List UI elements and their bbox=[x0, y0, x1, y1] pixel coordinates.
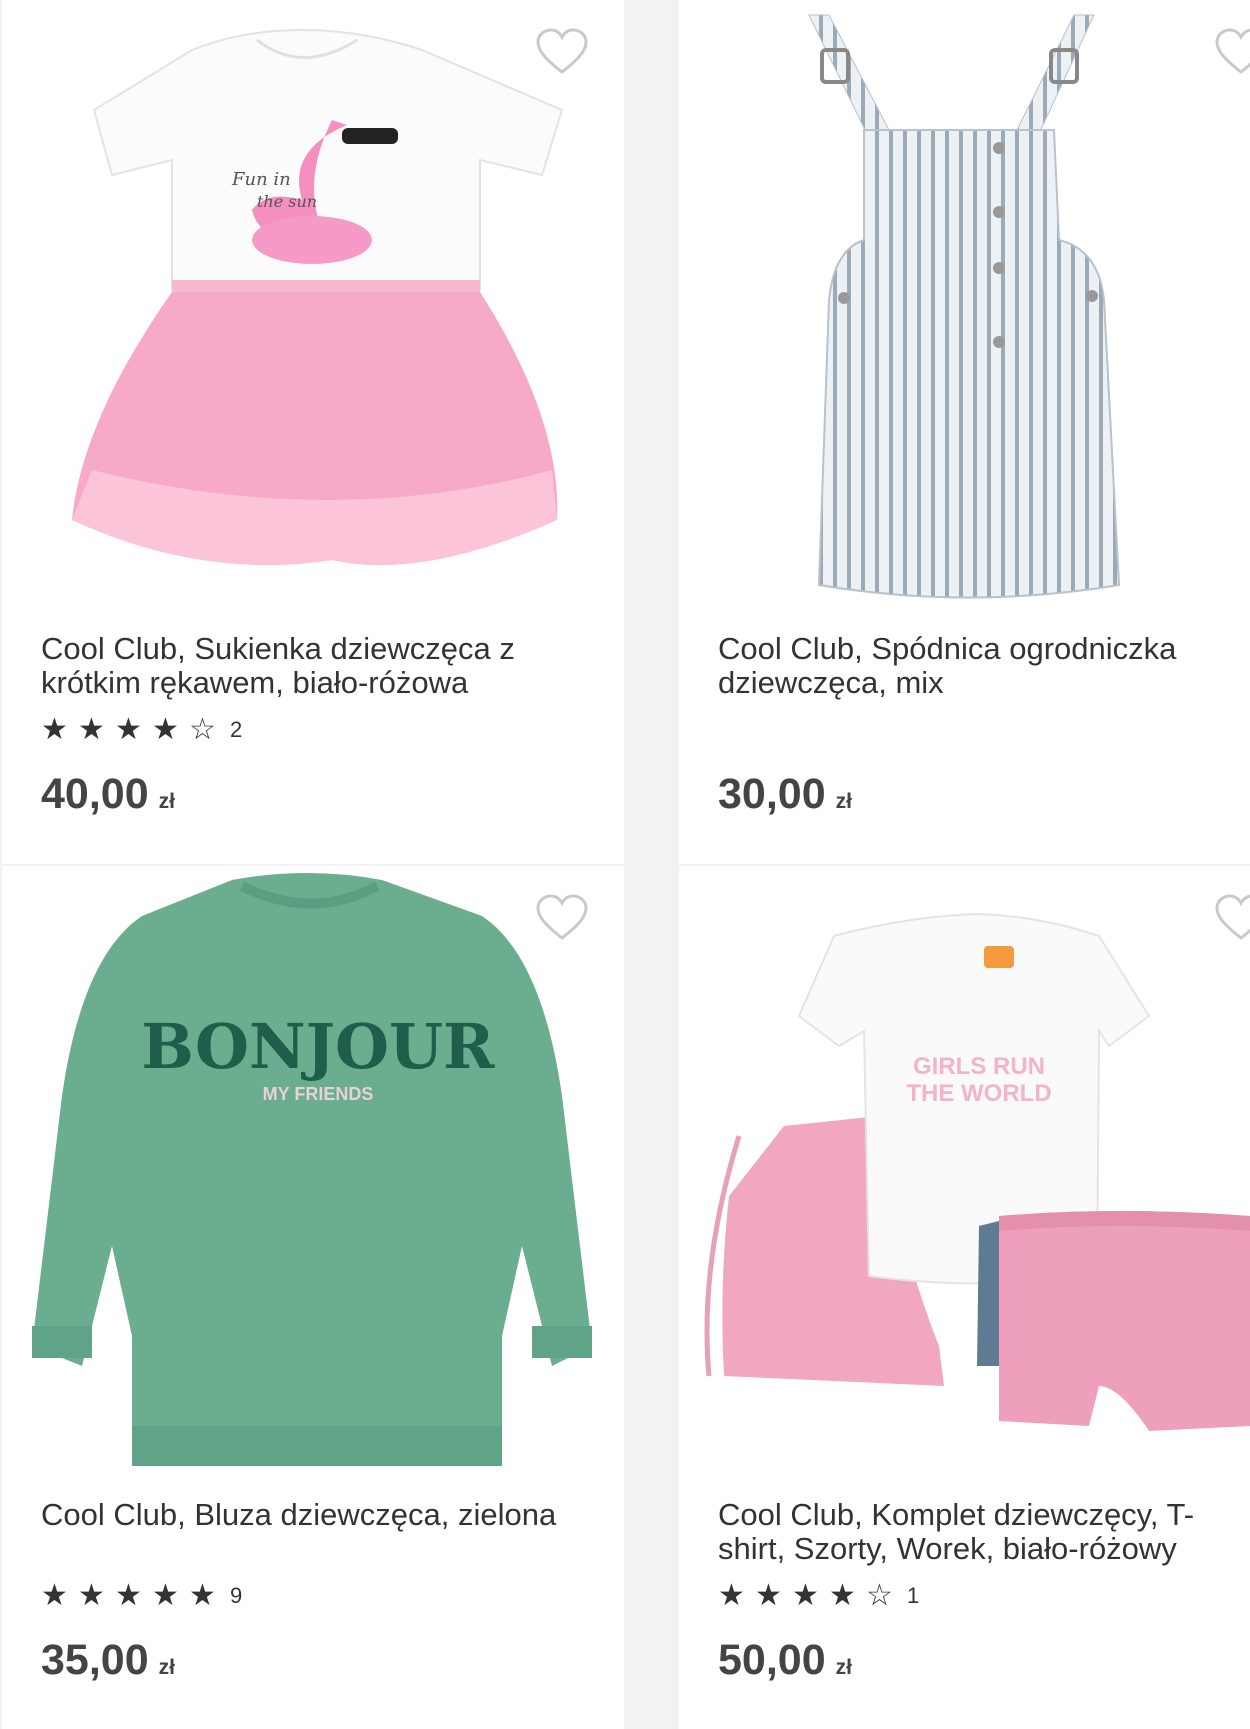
star-empty-icon: ☆ bbox=[866, 1578, 893, 1613]
product-title[interactable]: Cool Club, Komplet dziewczęcy, T-shirt, … bbox=[718, 1498, 1238, 1566]
star-filled-icon: ★ bbox=[115, 712, 142, 747]
star-filled-icon: ★ bbox=[152, 1578, 179, 1613]
star-filled-icon: ★ bbox=[829, 1578, 856, 1613]
price-value: 50,00 bbox=[718, 1636, 826, 1684]
heart-icon[interactable] bbox=[1215, 894, 1250, 942]
product-title[interactable]: Cool Club, Spódnica ogrodniczka dziewczę… bbox=[718, 632, 1238, 700]
print-text-line-2: the sun bbox=[257, 192, 317, 211]
print-text-line-1: Fun in bbox=[231, 169, 291, 190]
star-filled-icon: ★ bbox=[41, 712, 68, 747]
star-filled-icon: ★ bbox=[718, 1578, 745, 1613]
star-filled-icon: ★ bbox=[115, 1578, 142, 1613]
star-filled-icon: ★ bbox=[792, 1578, 819, 1613]
heart-icon[interactable] bbox=[1215, 28, 1250, 76]
rating: ★ ★ ★ ★ ☆ 2 bbox=[41, 713, 242, 747]
price: 50,00 zł bbox=[718, 1636, 852, 1685]
product-title[interactable]: Cool Club, Bluza dziewczęca, zielona bbox=[41, 1498, 581, 1532]
print-text-line-2: MY FRIENDS bbox=[263, 1084, 374, 1104]
price: 40,00 zł bbox=[41, 770, 175, 819]
striped-overall-dress-image bbox=[808, 14, 1121, 599]
product-card[interactable]: Fun in the sun Cool Club, Sukienka dziew… bbox=[2, 0, 624, 864]
product-image[interactable]: GIRLS RUN THE WORLD bbox=[679, 866, 1250, 1486]
star-filled-icon: ★ bbox=[189, 1578, 216, 1613]
heart-icon[interactable] bbox=[536, 28, 588, 76]
product-card[interactable]: BONJOUR MY FRIENDS Cool Club, Bluza dzie… bbox=[2, 866, 624, 1729]
product-card[interactable]: GIRLS RUN THE WORLD Cool Club, Komplet d… bbox=[679, 866, 1250, 1729]
product-grid: Fun in the sun Cool Club, Sukienka dziew… bbox=[0, 0, 1250, 1729]
star-empty-icon: ☆ bbox=[189, 712, 216, 747]
product-card[interactable]: Cool Club, Spódnica ogrodniczka dziewczę… bbox=[679, 0, 1250, 864]
product-image[interactable]: Fun in the sun bbox=[2, 0, 624, 620]
price-currency: zł bbox=[835, 790, 852, 813]
price: 30,00 zł bbox=[718, 770, 852, 819]
star-filled-icon: ★ bbox=[152, 712, 179, 747]
green-sweatshirt-image: BONJOUR MY FRIENDS bbox=[32, 873, 592, 1466]
price: 35,00 zł bbox=[41, 1636, 175, 1685]
rating: ★ ★ ★ ★ ☆ 1 bbox=[718, 1579, 919, 1613]
product-image[interactable]: BONJOUR MY FRIENDS bbox=[2, 866, 624, 1486]
price-currency: zł bbox=[158, 790, 175, 813]
rating-count: 2 bbox=[230, 717, 243, 742]
star-filled-icon: ★ bbox=[78, 1578, 105, 1613]
price-value: 35,00 bbox=[41, 1636, 149, 1684]
tshirt-shorts-bag-set-image: GIRLS RUN THE WORLD bbox=[704, 912, 1250, 1431]
rating-count: 9 bbox=[230, 1583, 243, 1608]
star-filled-icon: ★ bbox=[755, 1578, 782, 1613]
rating-count: 1 bbox=[907, 1583, 920, 1608]
print-text-line-1: GIRLS RUN bbox=[913, 1053, 1045, 1080]
print-text-line-1: BONJOUR bbox=[141, 1010, 495, 1083]
star-filled-icon: ★ bbox=[41, 1578, 68, 1613]
print-text-line-2: THE WORLD bbox=[906, 1080, 1051, 1107]
product-image[interactable] bbox=[679, 0, 1250, 620]
price-value: 30,00 bbox=[718, 770, 826, 818]
heart-icon[interactable] bbox=[536, 894, 588, 942]
flamingo-dress-image: Fun in the sun bbox=[72, 28, 564, 565]
product-title[interactable]: Cool Club, Sukienka dziewczęca z krótkim… bbox=[41, 632, 581, 700]
star-filled-icon: ★ bbox=[78, 712, 105, 747]
price-value: 40,00 bbox=[41, 770, 149, 818]
price-currency: zł bbox=[158, 1656, 175, 1679]
price-currency: zł bbox=[835, 1656, 852, 1679]
rating: ★ ★ ★ ★ ★ 9 bbox=[41, 1579, 242, 1613]
